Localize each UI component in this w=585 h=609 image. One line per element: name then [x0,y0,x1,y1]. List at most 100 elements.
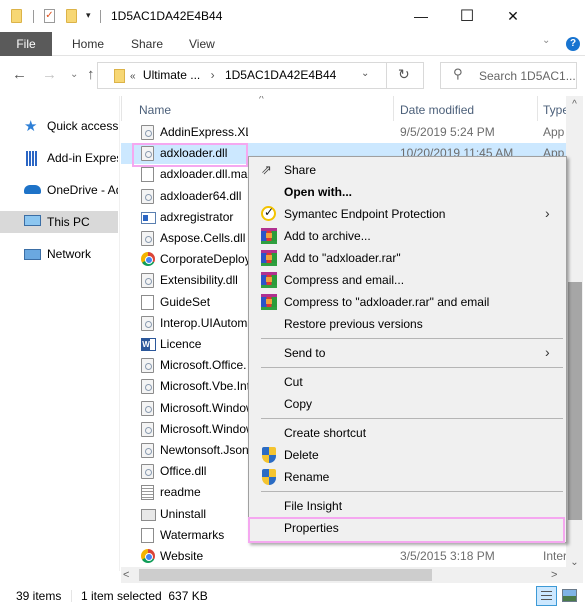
search-input[interactable]: Search 1D5AC1... [479,69,576,83]
tab-view[interactable]: View [189,32,215,56]
blank-file-icon [141,527,154,543]
nav-item-quick-access[interactable]: ★ Quick access [0,115,118,137]
breadcrumb-separator[interactable]: › [211,68,215,82]
vertical-scrollbar[interactable]: ^ ⌄ [566,96,583,571]
search-icon: ⚲ [453,66,463,81]
file-row[interactable]: AddinExpress.XL.2005.dll 9/5/2019 5:24 PM… [121,122,566,143]
new-folder-icon[interactable] [66,9,77,23]
tab-file[interactable]: File [0,32,52,56]
file-row[interactable]: Website 3/5/2015 3:18 PM Internet [121,546,566,567]
computer-icon [24,215,41,226]
column-header-date-modified[interactable]: Date modified [400,103,474,117]
nav-item-add-in-express[interactable]: Add-in Express [0,147,118,169]
menu-item-copy[interactable]: Copy [251,393,564,415]
menu-item-compress-to-adxloader-rar-and-email[interactable]: Compress to "adxloader.rar" and email [251,291,564,313]
item-count: 39 items [16,589,62,603]
file-name: Uninstall [160,506,207,521]
address-dropdown-icon[interactable]: ⌄ [361,68,369,79]
menu-item-create-shortcut[interactable]: Create shortcut [251,422,564,444]
menu-item-send-to[interactable]: Send to › [251,342,564,364]
file-name: Microsoft.Windows [160,400,248,415]
menu-item-label: Open with... [284,185,352,199]
file-name: Newtonsoft.Json [160,443,248,457]
customize-dropdown-icon[interactable]: ▾ [86,10,91,21]
submenu-arrow-icon: › [545,205,550,221]
menu-item-label: Add to "adxloader.rar" [284,251,401,265]
menu-item-share[interactable]: ⇗ Share [251,159,564,181]
menu-separator [261,367,563,368]
scroll-up-button[interactable]: ^ [566,96,583,113]
scroll-left-button[interactable]: < [123,567,129,583]
breadcrumb-overflow[interactable]: « [130,71,136,82]
minimize-button[interactable]: — [398,0,444,32]
details-view-button[interactable] [536,586,557,606]
refresh-icon[interactable]: ↻ [398,66,410,83]
dll-file-icon [141,379,154,395]
folder-icon [11,9,22,23]
file-date: 9/5/2019 5:24 PM [400,125,495,139]
file-name: AddinExpress.XL.2005.dll [160,125,248,139]
horizontal-scrollbar[interactable]: < > [121,567,566,583]
column-header-type[interactable]: Type [543,103,566,117]
nav-item-onedrive[interactable]: OneDrive - Ad [0,179,118,201]
scroll-right-button[interactable]: > [551,567,557,583]
nav-item-network[interactable]: Network [0,243,118,265]
file-type: App [543,125,565,139]
menu-item-add-to-archive[interactable]: Add to archive... [251,225,564,247]
menu-item-open-with[interactable]: Open with... [251,181,564,203]
menu-item-restore-previous-versions[interactable]: Restore previous versions [251,313,564,335]
breadcrumb-segment[interactable]: 1D5AC1DA42E4B44 [225,68,336,82]
file-name: GuideSet [160,294,211,309]
menu-item-add-to-adxloader-rar[interactable]: Add to "adxloader.rar" [251,247,564,269]
dll-file-icon [141,231,154,246]
file-name: readme [160,485,201,500]
column-header-name[interactable]: Name [139,103,171,117]
menu-item-delete[interactable]: Delete [251,444,564,466]
close-button[interactable]: ✕ [490,0,536,32]
menu-item-cut[interactable]: Cut [251,371,564,393]
file-name: Website [160,549,204,563]
maximize-button[interactable]: ☐ [444,0,490,32]
file-name: Watermarks [160,527,225,542]
menu-item-label: Delete [284,448,319,462]
up-button[interactable]: ↑ [87,66,95,83]
dll-file-icon [141,315,154,331]
tab-share[interactable]: Share [131,32,163,56]
column-divider[interactable] [393,96,394,121]
forward-button[interactable]: → [42,66,57,83]
nav-item-this-pc[interactable]: This PC [0,211,118,233]
menu-item-file-insight[interactable]: File Insight [251,495,564,517]
column-divider[interactable] [537,96,538,121]
column-divider [121,96,122,121]
horizontal-scroll-thumb[interactable] [139,569,432,581]
back-button[interactable]: ← [12,66,27,83]
menu-item-label: Symantec Endpoint Protection [284,207,446,221]
address-bar[interactable]: « Ultimate ... › 1D5AC1DA42E4B44 ⌄ ↻ [97,62,424,89]
menu-item-label: Copy [284,397,313,411]
menu-item-rename[interactable]: Rename [251,466,564,488]
divider [71,590,72,602]
selection-info: 1 item selected 637 KB [81,589,208,603]
tab-home[interactable]: Home [72,32,104,56]
search-box[interactable]: ⚲ Search 1D5AC1... [440,62,577,89]
menu-item-compress-and-email[interactable]: Compress and email... [251,269,564,291]
share-icon: ⇗ [261,162,272,177]
navigation-bar: ← → ⌄ ↑ « Ultimate ... › 1D5AC1DA42E4B44… [0,56,585,96]
menu-item-label: Add to archive... [284,229,371,243]
vertical-scroll-thumb[interactable] [568,282,582,520]
properties-icon[interactable]: ✓ [44,9,55,23]
large-icons-view-button[interactable] [562,589,577,602]
uac-shield-icon [262,447,276,463]
nav-item-label: OneDrive - Ad [47,183,118,197]
winrar-icon [261,294,277,310]
file-name: Extensibility.dll [160,273,238,288]
breadcrumb-segment[interactable]: Ultimate ... [143,68,200,82]
expand-ribbon-icon[interactable]: ⌄ [542,35,550,46]
dll-file-icon [141,443,154,458]
menu-item-symantec-endpoint-protection[interactable]: Symantec Endpoint Protection › [251,203,564,225]
navigation-pane: ★ Quick access Add-in Express OneDrive -… [0,96,120,571]
window-title: 1D5AC1DA42E4B44 [111,9,223,23]
file-name: adxregistrator [160,209,234,224]
help-icon[interactable]: ? [566,37,580,51]
recent-locations-button[interactable]: ⌄ [70,69,78,80]
